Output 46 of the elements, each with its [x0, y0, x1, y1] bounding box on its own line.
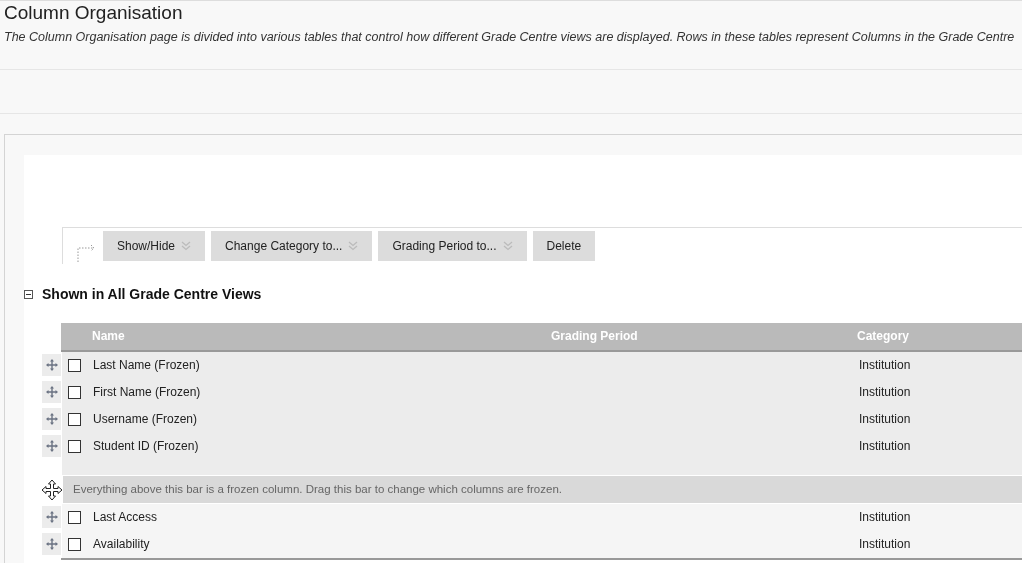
column-header: Category	[857, 328, 909, 346]
category-cell-text: Institution	[859, 536, 911, 554]
drag-handle[interactable]	[42, 435, 61, 458]
move-icon	[45, 359, 58, 372]
chevron-down-icon	[502, 240, 513, 251]
drag-handle[interactable]	[42, 354, 61, 377]
category-cell-text: Institution	[859, 438, 911, 456]
column-name: Username (Frozen)	[93, 411, 199, 429]
column-name: Availability	[93, 536, 151, 554]
row-checkbox[interactable]	[68, 358, 81, 372]
column-name: Student ID (Frozen)	[93, 438, 200, 456]
row-checkbox[interactable]	[68, 439, 81, 453]
drag-handle[interactable]	[42, 408, 61, 431]
chevron-down-icon	[181, 240, 192, 251]
category-cell-text: Institution	[859, 384, 911, 402]
row-checkbox[interactable]	[68, 385, 81, 399]
move-icon	[45, 538, 58, 551]
move-icon	[45, 413, 58, 426]
page-title: Column Organisation	[4, 1, 184, 24]
column-header: Grading Period	[551, 328, 639, 346]
column-name: Last Name (Frozen)	[93, 357, 201, 375]
row-checkbox[interactable]	[68, 510, 81, 524]
move-icon	[45, 440, 58, 453]
category-cell-text: Institution	[859, 411, 911, 429]
drag-handle[interactable]	[42, 533, 61, 556]
row-checkbox[interactable]	[68, 412, 81, 426]
category-cell-text: Institution	[859, 509, 911, 527]
row-checkbox[interactable]	[68, 537, 81, 551]
chevron-down-icon	[348, 240, 359, 251]
category-cell-text: Institution	[859, 357, 911, 375]
section-title: Shown in All Grade Centre Views	[42, 284, 262, 304]
move-cursor-icon	[41, 478, 63, 501]
drag-handle[interactable]	[42, 506, 61, 529]
frozen-divider-bar[interactable]: Everything above this bar is a frozen column. Drag this bar to change which columns are frozen.	[63, 476, 1022, 504]
move-icon	[45, 386, 58, 399]
move-icon	[45, 511, 58, 524]
toolbar-button[interactable]: Grading Period to...	[378, 230, 527, 261]
column-name: First Name (Frozen)	[93, 384, 202, 402]
drag-handle[interactable]	[42, 381, 61, 404]
toolbar-button[interactable]: Show/Hide	[103, 230, 206, 261]
toolbar-button[interactable]: Delete	[532, 230, 596, 261]
toolbar-button[interactable]: Change Category to...	[211, 230, 373, 261]
column-name: Last Access	[93, 509, 159, 527]
collapse-icon[interactable]	[24, 289, 33, 299]
column-header: Name	[92, 328, 126, 346]
page-description: The Column Organisation page is divided into various tables that control how different Grade Centre views are displayed. Rows in these tables represent Columns in the Grade Centre	[4, 29, 1016, 46]
